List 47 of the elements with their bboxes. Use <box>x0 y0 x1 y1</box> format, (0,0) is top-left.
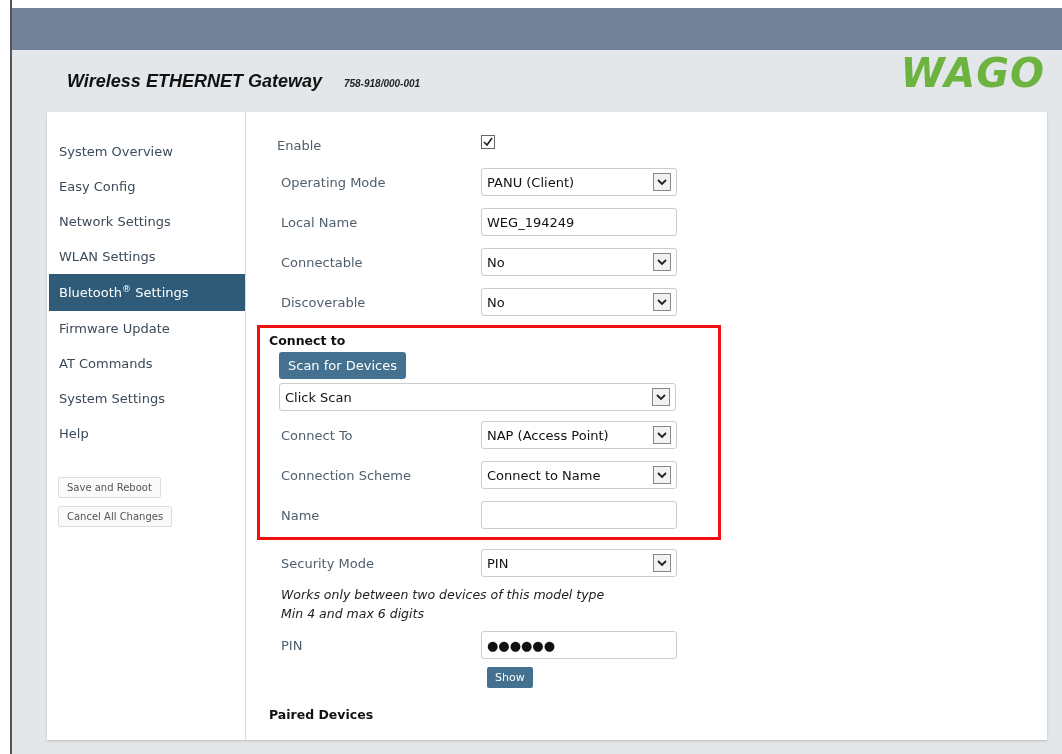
sidebar-button[interactable]: Save and Reboot <box>58 477 161 498</box>
hint-text: Works only between two devices of this model type Min 4 and max 6 digits <box>280 586 606 623</box>
sidebar-item[interactable]: Easy Config <box>47 169 245 204</box>
dropdown[interactable]: Connect to Name <box>481 461 677 489</box>
scan-button[interactable]: Scan for Devices <box>279 352 406 379</box>
checkbox[interactable] <box>481 135 495 149</box>
field-label: PIN <box>281 637 304 653</box>
field-label: Security Mode <box>281 555 375 571</box>
chevron-down-icon <box>653 426 671 444</box>
dropdown[interactable]: Click Scan <box>279 383 676 411</box>
field-label: Connection Scheme <box>281 467 412 483</box>
app-title: Wireless ETHERNET Gateway <box>67 70 322 92</box>
dropdown[interactable]: No <box>481 248 677 276</box>
section-heading: Connect to <box>268 332 346 350</box>
dropdown[interactable]: PANU (Client) <box>481 168 677 196</box>
field-label: Connect To <box>281 427 354 443</box>
chevron-down-icon <box>652 388 670 406</box>
chevron-down-icon <box>653 466 671 484</box>
input-field[interactable]: WEG_194249 <box>481 208 677 236</box>
sidebar-button[interactable]: Cancel All Changes <box>58 506 173 527</box>
model-number: 758-918/000-001 <box>343 77 421 89</box>
dropdown[interactable]: NAP (Access Point) <box>481 421 677 449</box>
chevron-down-icon <box>653 173 671 191</box>
chevron-down-icon <box>653 554 671 572</box>
section-heading: Paired Devices <box>268 706 374 724</box>
logo: WAGO <box>900 50 1045 96</box>
field-label: Discoverable <box>281 294 367 310</box>
sidebar-item[interactable]: Help <box>47 416 245 451</box>
show-button[interactable]: Show <box>487 667 533 688</box>
sidebar-item[interactable]: Firmware Update <box>47 311 245 346</box>
dropdown[interactable]: No <box>481 288 677 316</box>
field-label: Connectable <box>281 254 364 270</box>
dropdown[interactable]: PIN <box>481 549 677 577</box>
sidebar-item[interactable]: Bluetooth$^{®}$ Settings <box>49 274 245 311</box>
sidebar-item[interactable]: WLAN Settings <box>47 239 245 274</box>
field-label: Operating Mode <box>281 174 387 190</box>
sidebar-item[interactable]: System Settings <box>47 381 245 416</box>
field-label: Local Name <box>281 214 359 230</box>
sidebar-item[interactable]: AT Commands <box>47 346 245 381</box>
chevron-down-icon <box>653 253 671 271</box>
sidebar-item[interactable]: System Overview <box>47 134 245 169</box>
input-field[interactable] <box>481 501 677 529</box>
sidebar-item[interactable]: Network Settings <box>47 204 245 239</box>
chevron-down-icon <box>653 293 671 311</box>
password-field[interactable]: ●●●●●● <box>481 631 677 659</box>
field-label: Name <box>281 507 321 523</box>
field-label: Enable <box>277 137 323 153</box>
